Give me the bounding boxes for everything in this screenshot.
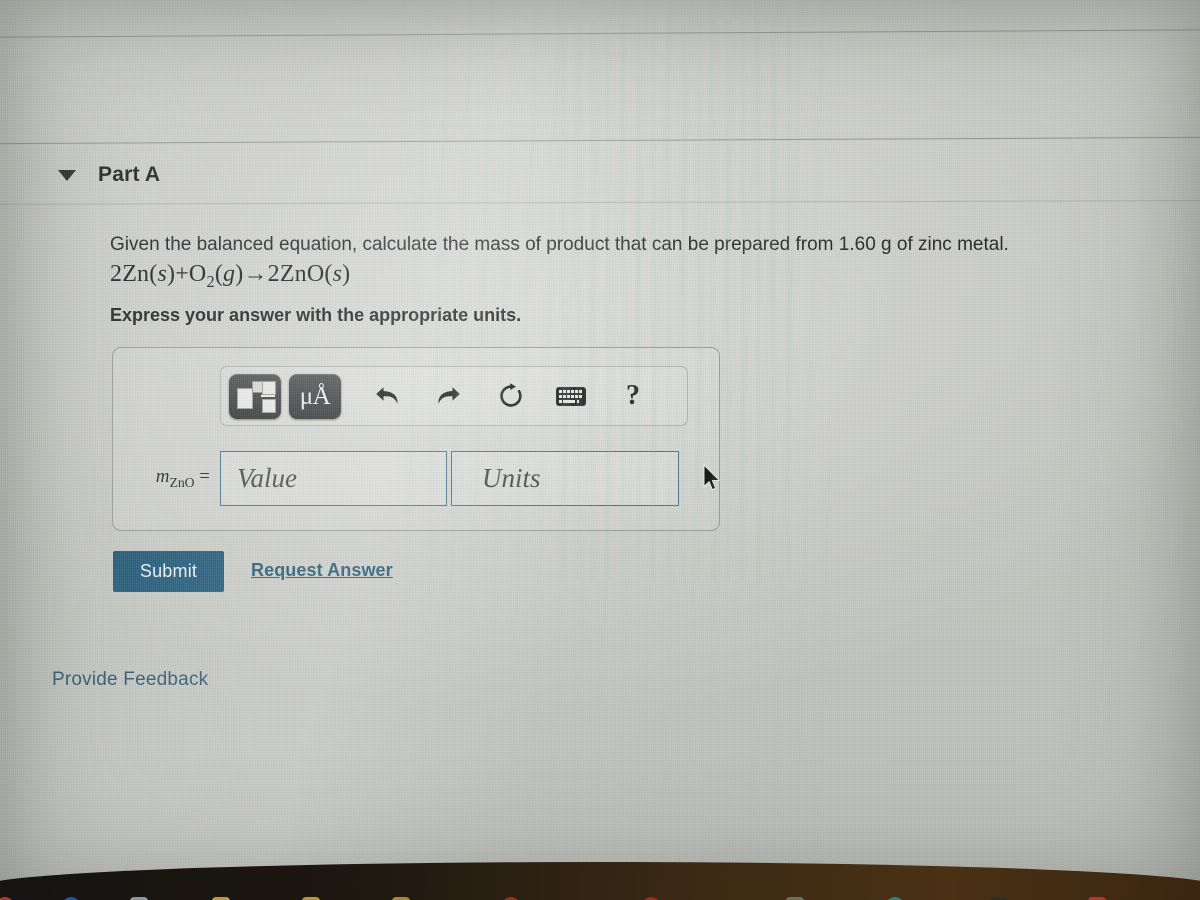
- chemical-equation: 2Zn(s)+O2(g)→2ZnO(s): [110, 261, 1120, 292]
- units-button[interactable]: μÅ: [289, 373, 341, 419]
- page-title: Part A: [98, 163, 161, 186]
- problem-prompt: Given the balanced equation, calculate t…: [110, 234, 1009, 255]
- eq-part-1: 2Zn(: [110, 261, 158, 287]
- part-header[interactable]: Part A: [58, 163, 160, 187]
- math-template-icon: [236, 380, 276, 413]
- variable-subscript: ZnO: [169, 474, 195, 490]
- request-answer-link[interactable]: Request Answer: [251, 560, 393, 581]
- disclosure-triangle-down-icon[interactable]: [58, 169, 76, 181]
- reset-button[interactable]: [489, 374, 533, 418]
- divider-top: [0, 29, 1200, 38]
- help-question-icon: ?: [626, 380, 640, 411]
- math-template-button[interactable]: [229, 373, 281, 419]
- page-content: Part A Given the balanced equation, calc…: [0, 0, 1200, 900]
- eq-state-g1: g: [223, 261, 236, 287]
- variable-label: mZnO =: [113, 466, 220, 491]
- eq-part-2: )+O: [167, 261, 207, 287]
- divider-part-top: [0, 136, 1200, 145]
- bottom-dock-strip: [0, 862, 1200, 900]
- value-placeholder: Value: [237, 462, 297, 493]
- undo-arrow-icon: [376, 387, 398, 404]
- eq-part-5: ): [342, 261, 351, 287]
- keyboard-button[interactable]: [549, 374, 593, 418]
- equals-sign: =: [199, 465, 210, 487]
- eq-part-3: (: [214, 261, 224, 287]
- reset-circular-arrow-icon: [500, 383, 522, 407]
- answer-instruction: Express your answer with the appropriate…: [110, 305, 522, 325]
- eq-state-s1: s: [157, 261, 167, 287]
- answer-input-row: mZnO = Value Units: [113, 448, 721, 508]
- units-input[interactable]: Units: [451, 450, 679, 506]
- keyboard-icon: [556, 386, 586, 406]
- variable-symbol: m: [155, 465, 170, 487]
- provide-feedback-link[interactable]: Provide Feedback: [52, 669, 208, 691]
- value-input[interactable]: Value: [220, 450, 447, 506]
- divider-part-bottom: [0, 200, 1200, 205]
- submit-button[interactable]: Submit: [113, 551, 224, 592]
- undo-button[interactable]: [365, 374, 409, 418]
- equation-toolbar: μÅ ?: [220, 366, 688, 426]
- redo-arrow-icon: [438, 387, 460, 404]
- eq-part-4: )→2ZnO(: [235, 261, 333, 287]
- screenshot-root: Part A Given the balanced equation, calc…: [0, 0, 1200, 900]
- problem-statement: Given the balanced equation, calculate t…: [110, 232, 1120, 292]
- eq-state-s2: s: [332, 261, 343, 287]
- units-button-label: μÅ: [299, 382, 331, 410]
- units-placeholder: Units: [482, 462, 541, 493]
- redo-button[interactable]: [427, 374, 471, 418]
- answer-card: μÅ ? mZnO = Value Units: [112, 347, 720, 531]
- eq-sub-2: 2: [206, 271, 215, 291]
- help-button[interactable]: ?: [611, 374, 655, 418]
